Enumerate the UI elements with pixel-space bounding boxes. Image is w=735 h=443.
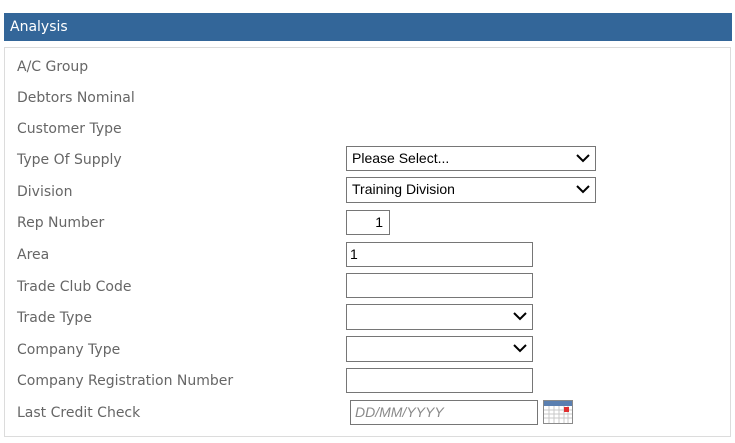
rep-number-input[interactable]: 1 [346,210,390,235]
rep-number-label: Rep Number [17,215,105,231]
chevron-down-icon [576,154,590,163]
chevron-down-icon [576,185,590,194]
chevron-down-icon [513,344,527,353]
last-credit-check-label: Last Credit Check [17,405,141,421]
trade-club-code-label: Trade Club Code [17,279,132,295]
company-type-select[interactable] [346,336,533,362]
company-registration-number-input[interactable] [346,368,533,393]
section-title: Analysis [10,19,68,35]
type-of-supply-value: Please Select... [352,150,450,166]
area-value: 1 [350,246,358,262]
division-select[interactable]: Training Division [346,177,596,203]
company-registration-number-label: Company Registration Number [17,373,234,389]
chevron-down-icon [513,312,527,321]
division-value: Training Division [352,181,455,197]
company-type-label: Company Type [17,342,121,358]
division-label: Division [17,184,73,200]
last-credit-check-input[interactable]: DD/MM/YYYY [350,400,538,425]
rep-number-value: 1 [375,214,383,230]
trade-club-code-input[interactable] [346,273,533,298]
customer-type-label: Customer Type [17,121,122,137]
type-of-supply-select[interactable]: Please Select... [346,146,596,171]
trade-type-label: Trade Type [17,310,92,326]
calendar-icon[interactable] [543,400,573,424]
area-input[interactable]: 1 [346,242,533,267]
ac-group-label: A/C Group [17,59,89,75]
trade-type-select[interactable] [346,304,533,330]
section-header: Analysis [4,13,732,41]
debtors-nominal-label: Debtors Nominal [17,90,135,106]
area-label: Area [17,247,50,263]
type-of-supply-label: Type Of Supply [17,152,122,168]
last-credit-check-placeholder: DD/MM/YYYY [355,404,444,420]
